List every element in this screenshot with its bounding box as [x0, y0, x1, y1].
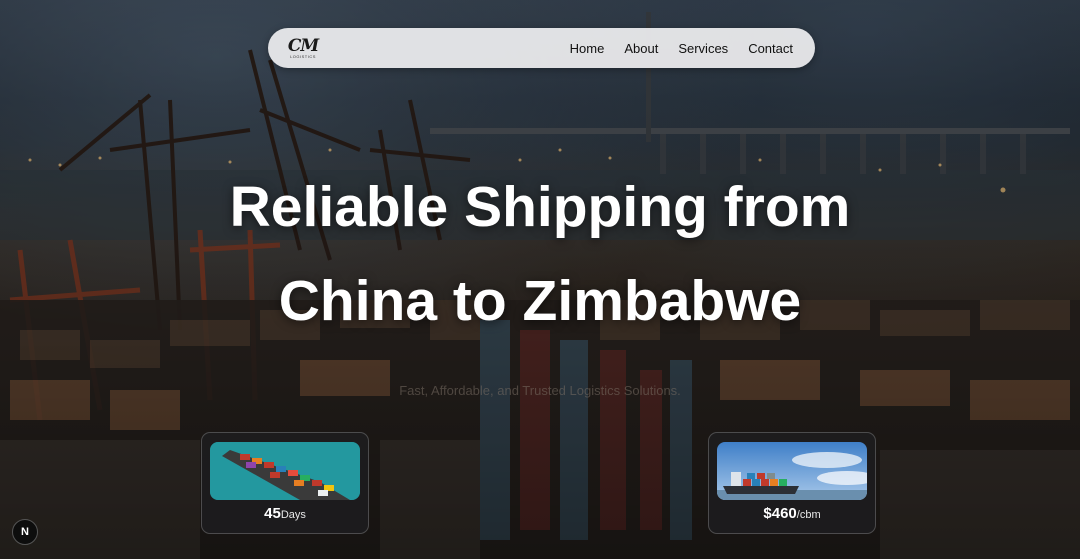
nav-links: Home About Services Contact — [570, 41, 793, 56]
headline-line-2: China to Zimbabwe — [278, 269, 802, 333]
headline-line-1: Reliable Shipping from — [229, 175, 851, 239]
hero-tagline: Fast, Affordable, and Trusted Logistics … — [399, 383, 681, 398]
ship-aerial-graphic — [210, 442, 360, 500]
nav-link-about[interactable]: About — [624, 41, 658, 56]
logo-subtitle: LOGISTICS — [290, 53, 316, 59]
cargo-ship-sky-image — [717, 442, 867, 500]
nav-link-home[interactable]: Home — [570, 41, 605, 56]
nav-link-contact[interactable]: Contact — [748, 41, 793, 56]
price-value: $460/cbm — [717, 505, 867, 523]
nav-link-services[interactable]: Services — [678, 41, 728, 56]
logo-mark: CM — [287, 35, 319, 56]
container-ship-aerial-image — [210, 442, 360, 500]
transit-days-number: 45 — [264, 505, 281, 522]
top-navbar: CM LOGISTICS Home About Services Contact — [268, 28, 815, 68]
price-number: $460 — [763, 505, 797, 522]
transit-days-unit: Days — [280, 509, 306, 521]
transit-time-card: 45Days — [201, 432, 369, 534]
price-unit: /cbm — [796, 509, 821, 521]
ship-sky-graphic — [717, 442, 867, 500]
price-card: $460/cbm — [708, 432, 876, 534]
hero-headline: Reliable Shipping from China to Zimbabwe — [0, 160, 1080, 348]
cm-logistics-logo[interactable]: CM LOGISTICS — [286, 35, 320, 59]
transit-time-value: 45Days — [210, 505, 360, 523]
dev-indicator-badge[interactable]: N — [12, 519, 38, 545]
